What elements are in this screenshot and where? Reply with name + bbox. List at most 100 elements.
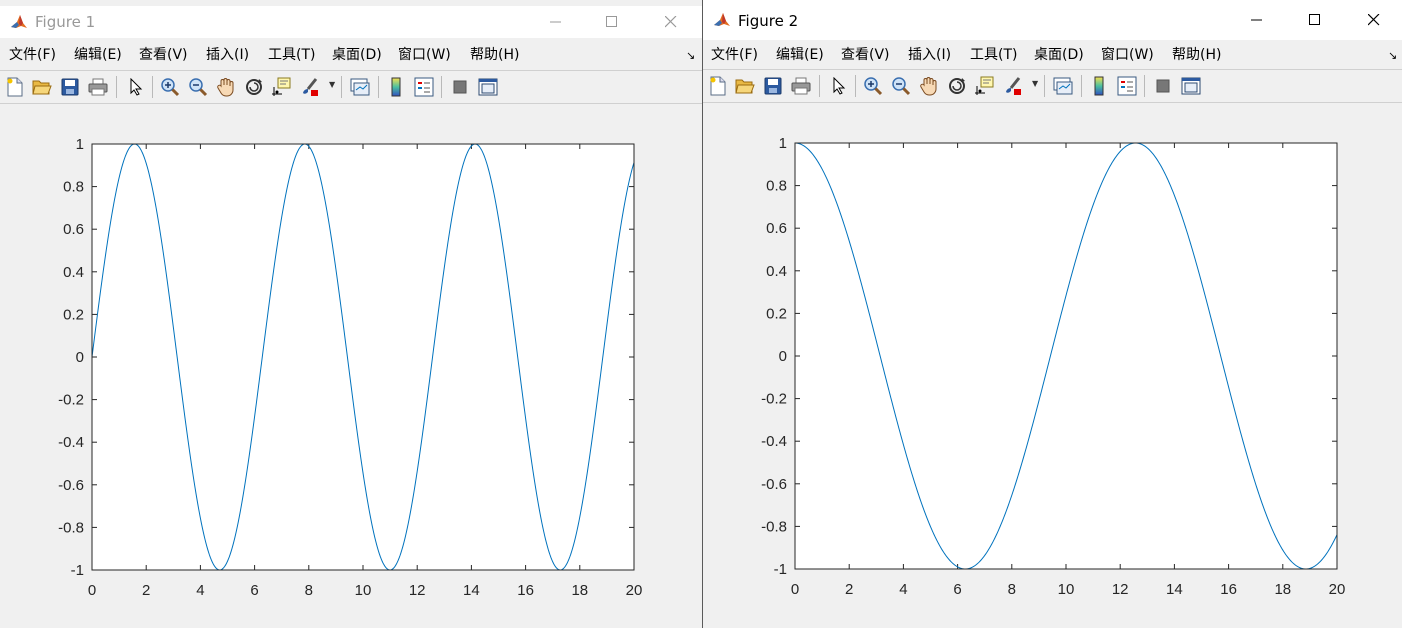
edit-plot-pointer-icon[interactable]	[828, 75, 850, 97]
x-tick-label: 8	[1008, 581, 1016, 598]
x-tick-label: 10	[355, 582, 372, 599]
matlab-logo-icon	[713, 11, 731, 29]
figure-1-titlebar[interactable]: Figure 1	[0, 6, 703, 38]
x-tick-label: 12	[1112, 581, 1129, 598]
plot-area[interactable]	[92, 144, 634, 570]
x-tick-label: 16	[1220, 581, 1237, 598]
plot-area[interactable]	[795, 143, 1337, 569]
figure-2-titlebar[interactable]: Figure 2	[703, 0, 1402, 40]
y-tick-label: 0.4	[766, 263, 787, 280]
y-tick-label: -0.2	[761, 391, 787, 408]
menu-tools[interactable]: 工具(T)	[970, 46, 1017, 64]
zoom-in-icon[interactable]	[159, 76, 181, 98]
insert-colorbar-icon[interactable]	[385, 76, 407, 98]
toolbar-separator	[819, 75, 820, 97]
menu-insert[interactable]: 插入(I)	[908, 46, 951, 64]
x-tick-label: 6	[953, 581, 961, 598]
matlab-logo-icon	[10, 13, 28, 31]
y-tick-label: -0.6	[761, 476, 787, 493]
figure-toolbar: ▼	[0, 70, 703, 104]
hide-plot-tools-icon[interactable]	[1152, 75, 1174, 97]
y-tick-label: -0.6	[58, 477, 84, 494]
y-tick-label: 1	[76, 136, 84, 153]
insert-legend-icon[interactable]	[413, 76, 435, 98]
new-figure-icon[interactable]	[707, 75, 729, 97]
y-tick-label: 0	[76, 349, 84, 366]
toolbar-separator	[855, 75, 856, 97]
close-button[interactable]	[648, 7, 694, 37]
menu-bar: 文件(F) 编辑(E) 查看(V) 插入(I) 工具(T) 桌面(D) 窗口(W…	[0, 41, 703, 69]
menu-help[interactable]: 帮助(H)	[470, 46, 519, 64]
menu-edit[interactable]: 编辑(E)	[776, 46, 824, 64]
menu-window[interactable]: 窗口(W)	[398, 46, 451, 64]
x-tick-label: 18	[1274, 581, 1291, 598]
menu-view[interactable]: 查看(V)	[139, 46, 188, 64]
menu-desktop[interactable]: 桌面(D)	[332, 46, 382, 64]
dock-arrow-icon[interactable]: ↘	[686, 49, 695, 62]
toolbar-separator	[1044, 75, 1045, 97]
x-tick-label: 0	[791, 581, 799, 598]
rotate-3d-icon[interactable]	[243, 76, 265, 98]
toolbar-separator	[441, 76, 442, 98]
x-tick-label: 4	[196, 582, 204, 599]
minimize-button[interactable]	[533, 7, 579, 37]
insert-legend-icon[interactable]	[1116, 75, 1138, 97]
zoom-out-icon[interactable]	[187, 76, 209, 98]
menu-tools[interactable]: 工具(T)	[268, 46, 315, 64]
menu-help[interactable]: 帮助(H)	[1172, 46, 1221, 64]
y-tick-label: -0.4	[58, 434, 84, 451]
x-tick-label: 0	[88, 582, 96, 599]
y-tick-label: 0.8	[63, 179, 84, 196]
open-file-icon[interactable]	[31, 76, 53, 98]
save-icon[interactable]	[59, 76, 81, 98]
x-tick-label: 10	[1058, 581, 1075, 598]
maximize-button[interactable]	[1292, 5, 1338, 35]
maximize-button[interactable]	[589, 7, 635, 37]
figure-toolbar: ▼	[703, 69, 1402, 103]
dock-arrow-icon[interactable]: ↘	[1388, 49, 1397, 62]
link-plot-icon[interactable]	[1052, 75, 1074, 97]
pan-hand-icon[interactable]	[215, 76, 237, 98]
toolbar-separator	[1081, 75, 1082, 97]
x-tick-label: 18	[571, 582, 588, 599]
menu-file[interactable]: 文件(F)	[711, 46, 758, 64]
show-plot-tools-icon[interactable]	[477, 76, 499, 98]
data-cursor-icon[interactable]	[974, 75, 996, 97]
y-tick-label: -0.4	[761, 433, 787, 450]
x-tick-label: 2	[142, 582, 150, 599]
brush-data-icon[interactable]	[298, 76, 320, 98]
print-icon[interactable]	[790, 75, 812, 97]
menu-insert[interactable]: 插入(I)	[206, 46, 249, 64]
open-file-icon[interactable]	[734, 75, 756, 97]
brush-dropdown-arrow-icon[interactable]: ▼	[1032, 79, 1040, 93]
menu-window[interactable]: 窗口(W)	[1101, 46, 1154, 64]
close-button[interactable]	[1351, 5, 1397, 35]
menu-desktop[interactable]: 桌面(D)	[1034, 46, 1084, 64]
brush-dropdown-arrow-icon[interactable]: ▼	[329, 80, 337, 94]
minimize-button[interactable]	[1234, 5, 1280, 35]
x-tick-label: 4	[899, 581, 907, 598]
edit-plot-pointer-icon[interactable]	[125, 76, 147, 98]
figure-2-axes[interactable]: 1 0.8 0.6 0.4 0.2 0 -0.2 -0.4 -0.6 -0.8 -1 0 2 4 6 8 10 1…	[703, 103, 1402, 628]
figure-1-axes[interactable]: 1 0.8 0.6 0.4 0.2 0 -0.2 -0.4 -0.6 -0.8 -1 0 2 4 6 8 10 1…	[0, 104, 703, 628]
show-plot-tools-icon[interactable]	[1180, 75, 1202, 97]
menu-view[interactable]: 查看(V)	[841, 46, 890, 64]
x-tick-label: 20	[626, 582, 643, 599]
print-icon[interactable]	[87, 76, 109, 98]
hide-plot-tools-icon[interactable]	[449, 76, 471, 98]
zoom-out-icon[interactable]	[890, 75, 912, 97]
link-plot-icon[interactable]	[349, 76, 371, 98]
brush-data-icon[interactable]	[1001, 75, 1023, 97]
x-tick-label: 16	[517, 582, 534, 599]
insert-colorbar-icon[interactable]	[1088, 75, 1110, 97]
menu-file[interactable]: 文件(F)	[9, 46, 56, 64]
figure-1-window: Figure 1 文件(F) 编辑(E) 查看(V) 插入(I) 工具(T) 桌…	[0, 0, 703, 628]
pan-hand-icon[interactable]	[918, 75, 940, 97]
new-figure-icon[interactable]	[4, 76, 26, 98]
figure-2-window: Figure 2 文件(F) 编辑(E) 查看(V) 插入(I) 工具(T) 桌…	[702, 0, 1402, 628]
save-icon[interactable]	[762, 75, 784, 97]
menu-edit[interactable]: 编辑(E)	[74, 46, 122, 64]
rotate-3d-icon[interactable]	[946, 75, 968, 97]
zoom-in-icon[interactable]	[862, 75, 884, 97]
data-cursor-icon[interactable]	[271, 76, 293, 98]
